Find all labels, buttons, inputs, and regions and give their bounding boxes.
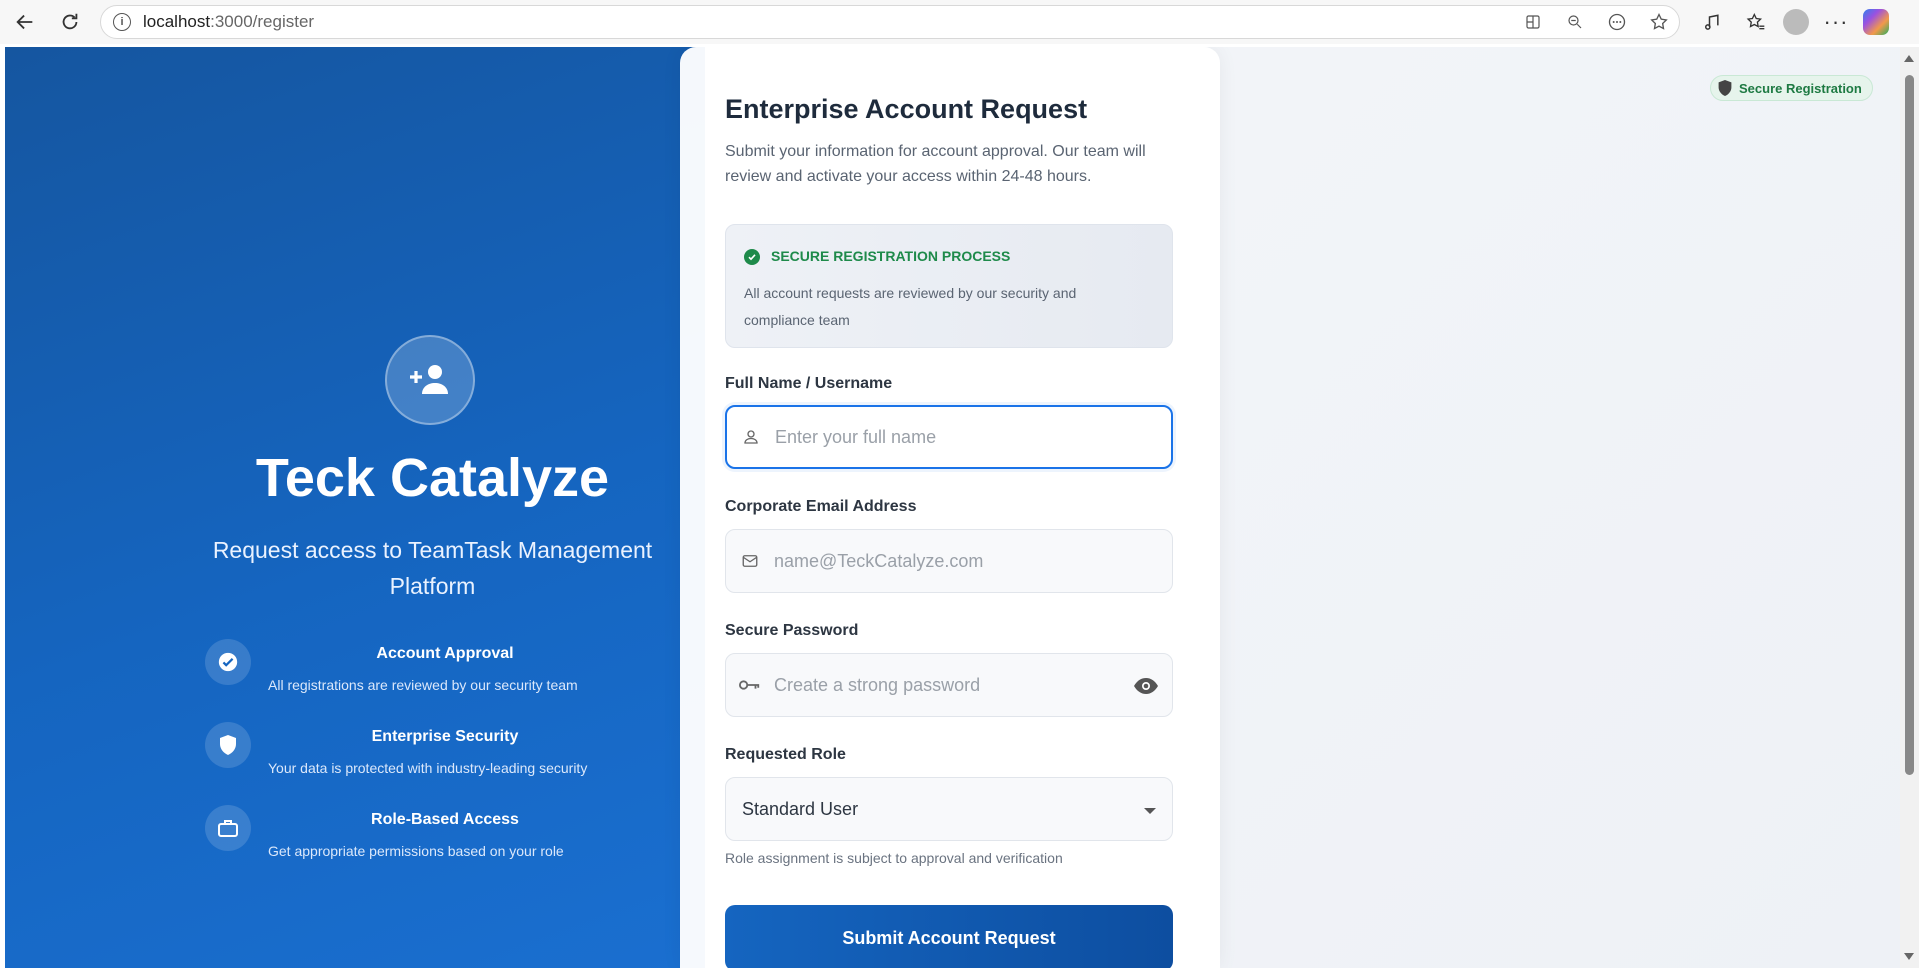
copilot-icon[interactable] [1863,9,1889,35]
page-scrollbar[interactable] [1900,47,1919,968]
form-title: Enterprise Account Request [725,94,1088,124]
info-icon[interactable]: i [113,13,131,31]
registration-card: Enterprise Account Request Submit your i… [680,47,1220,968]
check-circle-icon [744,249,760,265]
music-icon[interactable] [1695,5,1729,39]
mail-icon [726,552,774,570]
name-input[interactable] [775,426,1115,448]
email-input[interactable] [774,550,1114,572]
address-bar[interactable]: i localhost:3000/register [100,5,1680,39]
profile-icon[interactable] [1783,9,1809,35]
shield-icon [1718,80,1732,96]
notice-text: All account requests are reviewed by our… [744,285,1077,328]
url-host: localhost [143,12,211,31]
password-input[interactable] [774,674,1114,696]
role-select[interactable]: Standard User [725,777,1173,841]
key-icon [726,678,774,692]
notice-title: SECURE REGISTRATION PROCESS [771,248,1011,264]
browser-toolbar: i localhost:3000/register ··· [0,0,1919,44]
email-field[interactable] [725,529,1173,593]
brand-subtitle: Request access to TeamTask Management Pl… [212,537,653,599]
url-text: localhost:3000/register [143,12,314,32]
check-circle-icon [205,639,251,685]
refresh-icon[interactable] [50,2,90,42]
secure-registration-badge: Secure Registration [1710,75,1873,101]
more-icon[interactable]: ··· [1819,5,1853,39]
feature-enterprise-security: Enterprise Security Your data is protect… [205,720,635,780]
add-user-icon [385,335,475,425]
back-icon[interactable] [5,2,45,42]
feature-description: Your data is protected with industry-lea… [268,760,588,776]
read-aloud-icon[interactable] [1603,8,1631,36]
role-hint: Role assignment is subject to approval a… [725,850,1063,866]
toolbar-right: ··· [1695,4,1889,40]
role-label: Requested Role [725,746,846,763]
brand-panel: Teck Catalyze Request access to TeamTask… [5,47,705,968]
feature-title: Enterprise Security [371,728,519,745]
scroll-up-arrow-icon[interactable] [1904,55,1914,62]
url-path: :3000/register [210,12,315,31]
password-label: Secure Password [725,622,859,639]
favorites-icon[interactable] [1739,5,1773,39]
name-label: Full Name / Username [725,375,893,392]
page-viewport: Teck Catalyze Request access to TeamTask… [5,47,1900,968]
feature-title: Role-Based Access [371,811,519,828]
scroll-down-arrow-icon[interactable] [1904,953,1914,960]
email-label: Corporate Email Address [725,498,917,515]
eye-icon[interactable] [1132,672,1160,700]
submit-button[interactable]: Submit Account Request [725,905,1173,968]
zoom-out-icon[interactable] [1561,8,1589,36]
person-icon [727,428,775,446]
feature-role-based-access: Role-Based Access Get appropriate permis… [205,803,635,863]
app-available-icon[interactable] [1519,8,1547,36]
name-field[interactable] [725,405,1173,469]
badge-label: Secure Registration [1739,80,1862,96]
scrollbar-thumb[interactable] [1905,75,1914,775]
feature-description: All registrations are reviewed by our se… [268,677,578,693]
secure-process-notice: SECURE REGISTRATION PROCESS All account … [725,224,1173,348]
briefcase-icon [205,805,251,851]
feature-title: Account Approval [376,645,514,662]
form-description: Submit your information for account appr… [725,143,1146,185]
chevron-down-icon [1144,808,1156,814]
feature-account-approval: Account Approval All registrations are r… [205,637,635,697]
shield-icon [205,722,251,768]
role-selected-value: Standard User [742,798,859,819]
feature-description: Get appropriate permissions based on you… [268,843,564,859]
favorite-star-icon[interactable] [1645,8,1673,36]
address-bar-actions [1519,6,1673,38]
password-field[interactable] [725,653,1173,717]
